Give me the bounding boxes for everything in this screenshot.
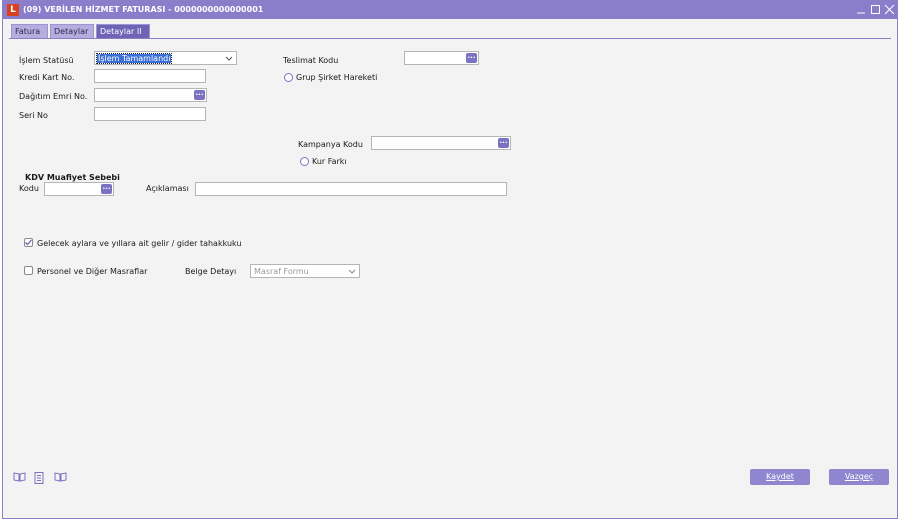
islem-statusu-select[interactable]: İşlem Tamamlandı [94, 51, 237, 65]
teslimat-kodu-input[interactable]: ... [404, 51, 479, 65]
kur-farki-label: Kur Farkı [312, 157, 347, 166]
invoice-window: L (09) VERİLEN HİZMET FATURASI - 0000000… [2, 0, 898, 519]
tab-detaylar[interactable]: Detaylar [50, 24, 94, 38]
kredi-kart-label: Kredi Kart No. [19, 73, 75, 82]
checkmark-icon [25, 239, 32, 246]
belge-detayi-value: Masraf Formu [254, 267, 309, 276]
grup-sirket-radio[interactable] [284, 73, 293, 82]
dagitim-emri-label: Dağıtım Emri No. [19, 92, 88, 101]
minimize-icon [857, 12, 865, 14]
kredi-kart-input[interactable] [94, 69, 206, 83]
kdv-kodu-lookup-button[interactable]: ... [101, 184, 112, 194]
seri-no-label: Seri No [19, 111, 48, 120]
personel-checkbox[interactable] [24, 266, 33, 275]
kaydet-button[interactable]: Kaydet [750, 469, 810, 485]
gelecek-aylar-label: Gelecek aylara ve yıllara ait gelir / gi… [37, 239, 242, 248]
title-bar[interactable]: L (09) VERİLEN HİZMET FATURASI - 0000000… [3, 1, 897, 19]
belge-detayi-label: Belge Detayı [185, 267, 237, 276]
seri-no-input[interactable] [94, 107, 206, 121]
app-logo-icon: L [7, 4, 19, 16]
kdv-kodu-label: Kodu [19, 184, 39, 193]
vazgec-button[interactable]: Vazgeç [829, 469, 889, 485]
dagitim-emri-lookup-button[interactable]: ... [194, 90, 205, 100]
islem-statusu-value: İşlem Tamamlandı [95, 53, 173, 64]
teslimat-kodu-label: Teslimat Kodu [283, 56, 339, 65]
kdv-muafiyet-title: KDV Muafiyet Sebebi [25, 173, 120, 182]
grup-sirket-label: Grup Şirket Hareketi [296, 73, 378, 82]
tab-fatura[interactable]: Fatura [11, 24, 48, 38]
chevron-down-icon [348, 269, 356, 274]
kampanya-kodu-label: Kampanya Kodu [298, 140, 363, 149]
document-icon[interactable] [34, 472, 44, 486]
teslimat-kodu-lookup-button[interactable]: ... [466, 53, 477, 63]
vazgec-label: Vazgeç [844, 472, 874, 481]
kampanya-kodu-lookup-button[interactable]: ... [498, 138, 509, 148]
tab-divider [9, 38, 891, 39]
islem-statusu-label: İşlem Statüsü [19, 56, 74, 65]
window-title: (09) VERİLEN HİZMET FATURASI - 000000000… [23, 5, 264, 14]
kdv-aciklama-input[interactable] [195, 182, 507, 196]
kdv-aciklama-label: Açıklaması [146, 184, 189, 193]
maximize-button[interactable] [869, 3, 882, 16]
kaydet-label: Kaydet [766, 472, 794, 481]
gelecek-aylar-checkbox[interactable] [24, 238, 33, 247]
personel-label: Personel ve Diğer Masraflar [37, 267, 148, 276]
minimize-button[interactable] [855, 3, 868, 16]
close-icon [884, 4, 895, 15]
close-button[interactable] [883, 3, 896, 16]
open-book-icon[interactable] [54, 472, 67, 484]
kampanya-kodu-input[interactable]: ... [371, 136, 511, 150]
tab-detaylar-ii[interactable]: Detaylar II [96, 24, 150, 38]
book-icon[interactable] [13, 472, 26, 484]
maximize-icon [871, 5, 880, 14]
kur-farki-radio[interactable] [300, 157, 309, 166]
belge-detayi-select[interactable]: Masraf Formu [250, 264, 360, 278]
kdv-kodu-input[interactable]: ... [44, 182, 114, 196]
chevron-down-icon [225, 56, 233, 61]
dagitim-emri-input[interactable]: ... [94, 88, 207, 102]
